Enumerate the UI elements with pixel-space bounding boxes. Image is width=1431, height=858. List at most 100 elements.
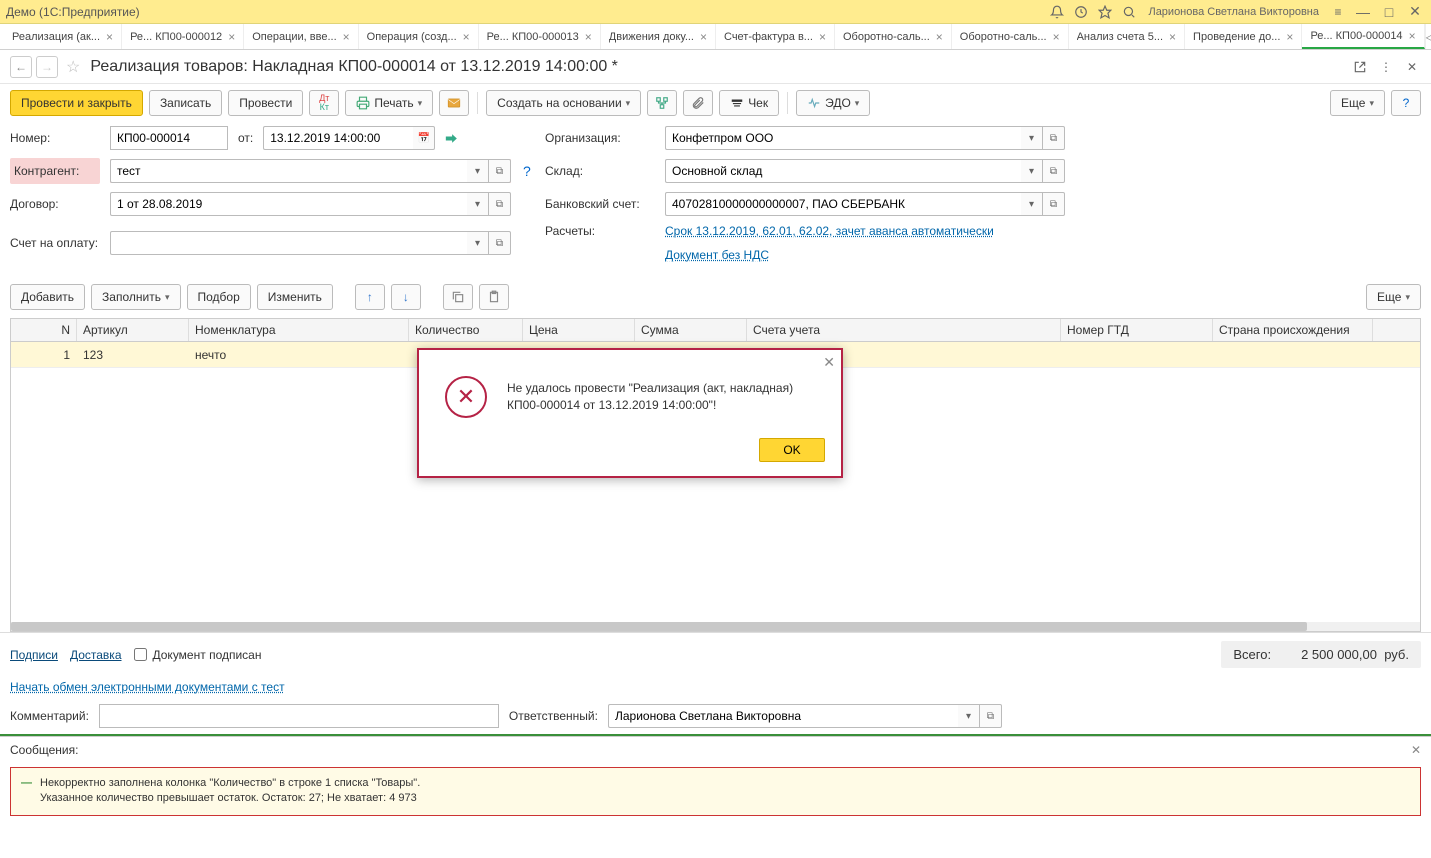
col-country[interactable]: Страна происхождения	[1213, 319, 1373, 341]
tab-close-icon[interactable]: ×	[1169, 30, 1176, 44]
warehouse-dropdown-icon[interactable]: ▾	[1021, 159, 1043, 183]
tab[interactable]: Ре... КП00-000013×	[479, 24, 601, 49]
tab-close-icon[interactable]: ×	[228, 30, 235, 44]
responsible-open-icon[interactable]: ⧉	[980, 704, 1002, 728]
tab-close-icon[interactable]: ×	[343, 30, 350, 44]
partner-help-icon[interactable]: ?	[523, 163, 531, 179]
contract-field[interactable]	[110, 192, 467, 216]
bell-icon[interactable]	[1048, 3, 1066, 21]
dialog-close-icon[interactable]: ✕	[823, 354, 835, 371]
tab-prev-button[interactable]: ◁	[1425, 24, 1431, 49]
no-vat-link[interactable]: Документ без НДС	[665, 248, 769, 262]
post-and-close-button[interactable]: Провести и закрыть	[10, 90, 143, 116]
tab-close-icon[interactable]: ×	[1409, 29, 1416, 43]
number-field[interactable]	[110, 126, 228, 150]
col-sum[interactable]: Сумма	[635, 319, 747, 341]
calc-link[interactable]: Срок 13.12.2019, 62.01, 62.02, зачет ава…	[665, 224, 994, 238]
responsible-field[interactable]	[608, 704, 958, 728]
tab[interactable]: Движения доку...×	[601, 24, 716, 49]
search-icon[interactable]	[1120, 3, 1138, 21]
move-down-button[interactable]: ↓	[391, 284, 421, 310]
tab[interactable]: Проведение до...×	[1185, 24, 1302, 49]
invoice-dropdown-icon[interactable]: ▾	[467, 231, 489, 255]
fill-button[interactable]: Заполнить▾	[91, 284, 180, 310]
col-nomenclature[interactable]: Номенклатура	[189, 319, 409, 341]
contract-dropdown-icon[interactable]: ▾	[467, 192, 489, 216]
nav-back-button[interactable]: ←	[10, 56, 32, 78]
tab[interactable]: Счет-фактура в...×	[716, 24, 835, 49]
minimize-button[interactable]: —	[1353, 3, 1373, 21]
tab-close-icon[interactable]: ×	[463, 30, 470, 44]
copy-button[interactable]	[443, 284, 473, 310]
calendar-icon[interactable]: 📅	[413, 126, 435, 150]
more-button[interactable]: Еще▾	[1330, 90, 1385, 116]
dialog-ok-button[interactable]: OK	[759, 438, 825, 462]
tab[interactable]: Анализ счета 5...×	[1069, 24, 1185, 49]
org-field[interactable]	[665, 126, 1021, 150]
signatures-link[interactable]: Подписи	[10, 648, 58, 662]
contract-open-icon[interactable]: ⧉	[489, 192, 511, 216]
favorite-icon[interactable]: ☆	[66, 57, 80, 77]
tab-close-icon[interactable]: ×	[819, 30, 826, 44]
move-up-button[interactable]: ↑	[355, 284, 385, 310]
tab[interactable]: Ре... КП00-000012×	[122, 24, 244, 49]
tab-close-icon[interactable]: ×	[585, 30, 592, 44]
start-edo-link[interactable]: Начать обмен электронными документами с …	[10, 680, 285, 694]
history-icon[interactable]	[1072, 3, 1090, 21]
partner-dropdown-icon[interactable]: ▾	[467, 159, 489, 183]
col-accounts[interactable]: Счета учета	[747, 319, 1061, 341]
open-new-window-icon[interactable]	[1351, 58, 1369, 76]
message-item[interactable]: — Некорректно заполнена колонка "Количес…	[10, 767, 1421, 816]
tab-close-icon[interactable]: ×	[1053, 30, 1060, 44]
print-button[interactable]: Печать▾	[345, 90, 433, 116]
help-button[interactable]: ?	[1391, 90, 1421, 116]
menu-icon[interactable]: ≡	[1329, 3, 1347, 21]
nav-forward-button[interactable]: →	[36, 56, 58, 78]
delivery-link[interactable]: Доставка	[70, 648, 122, 662]
attachment-button[interactable]	[683, 90, 713, 116]
dt-kt-button[interactable]: ДтКт	[309, 90, 339, 116]
col-article[interactable]: Артикул	[77, 319, 189, 341]
pick-button[interactable]: Подбор	[187, 284, 251, 310]
doc-signed-checkbox[interactable]: Документ подписан	[134, 648, 262, 662]
maximize-button[interactable]: □	[1379, 3, 1399, 21]
org-open-icon[interactable]: ⧉	[1043, 126, 1065, 150]
tab-close-icon[interactable]: ×	[1286, 30, 1293, 44]
tab[interactable]: Реализация (ак...×	[4, 24, 122, 49]
edo-button[interactable]: ЭДО▾	[796, 90, 870, 116]
tab[interactable]: Оборотно-саль...×	[835, 24, 952, 49]
col-price[interactable]: Цена	[523, 319, 635, 341]
messages-close-icon[interactable]: ✕	[1411, 743, 1421, 757]
page-close-icon[interactable]: ✕	[1403, 58, 1421, 76]
bank-open-icon[interactable]: ⧉	[1043, 192, 1065, 216]
edit-row-button[interactable]: Изменить	[257, 284, 333, 310]
email-button[interactable]	[439, 90, 469, 116]
post-flag-icon[interactable]: ⮕	[445, 130, 457, 147]
comment-field[interactable]	[99, 704, 499, 728]
partner-field[interactable]	[110, 159, 467, 183]
check-button[interactable]: Чек	[719, 90, 779, 116]
tab[interactable]: Оборотно-саль...×	[952, 24, 1069, 49]
structure-button[interactable]	[647, 90, 677, 116]
warehouse-field[interactable]	[665, 159, 1021, 183]
tab[interactable]: Ре... КП00-000014×	[1302, 24, 1424, 49]
paste-button[interactable]	[479, 284, 509, 310]
date-field[interactable]	[263, 126, 413, 150]
tab-close-icon[interactable]: ×	[936, 30, 943, 44]
save-button[interactable]: Записать	[149, 90, 222, 116]
bank-dropdown-icon[interactable]: ▾	[1021, 192, 1043, 216]
col-n[interactable]: N	[11, 319, 77, 341]
org-dropdown-icon[interactable]: ▾	[1021, 126, 1043, 150]
col-gtd[interactable]: Номер ГТД	[1061, 319, 1213, 341]
tab-close-icon[interactable]: ×	[106, 30, 113, 44]
grid-horizontal-scrollbar[interactable]	[10, 622, 1421, 632]
invoice-open-icon[interactable]: ⧉	[489, 231, 511, 255]
col-quantity[interactable]: Количество	[409, 319, 523, 341]
tab[interactable]: Операция (созд...×	[359, 24, 479, 49]
post-button[interactable]: Провести	[228, 90, 303, 116]
close-button[interactable]: ✕	[1405, 3, 1425, 21]
table-more-button[interactable]: Еще▾	[1366, 284, 1421, 310]
partner-open-icon[interactable]: ⧉	[489, 159, 511, 183]
star-icon[interactable]	[1096, 3, 1114, 21]
create-based-button[interactable]: Создать на основании▾	[486, 90, 641, 116]
